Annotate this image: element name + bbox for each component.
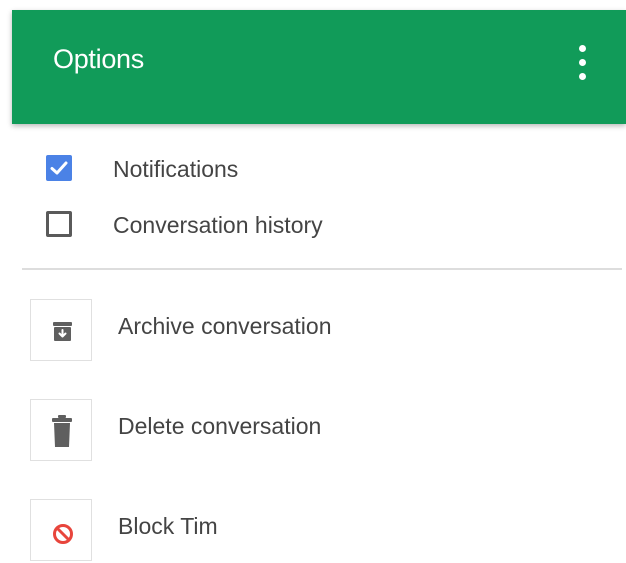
conversation-history-label: Conversation history [113, 212, 323, 238]
block-contact-label: Block Tim [118, 513, 218, 539]
checkbox-checked-icon[interactable] [46, 155, 72, 181]
options-header: Options [12, 10, 626, 124]
archive-icon-box[interactable] [30, 299, 92, 361]
conversation-history-toggle[interactable]: Conversation history [44, 205, 444, 245]
delete-conversation-button[interactable]: Delete conversation [30, 399, 610, 463]
trash-icon-box[interactable] [30, 399, 92, 461]
divider [22, 268, 622, 270]
checkbox-unchecked-icon[interactable] [46, 211, 72, 237]
block-icon-box[interactable] [30, 499, 92, 561]
block-contact-button[interactable]: Block Tim [30, 499, 610, 563]
delete-conversation-label: Delete conversation [118, 413, 322, 439]
archive-conversation-button[interactable]: Archive conversation [30, 299, 610, 363]
more-options-button[interactable] [569, 42, 597, 90]
archive-icon [53, 322, 72, 341]
trash-icon [52, 415, 72, 447]
page-title: Options [53, 44, 144, 74]
notifications-label: Notifications [113, 156, 239, 182]
archive-conversation-label: Archive conversation [118, 313, 332, 339]
block-icon [53, 524, 73, 544]
notifications-toggle[interactable]: Notifications [44, 149, 444, 189]
